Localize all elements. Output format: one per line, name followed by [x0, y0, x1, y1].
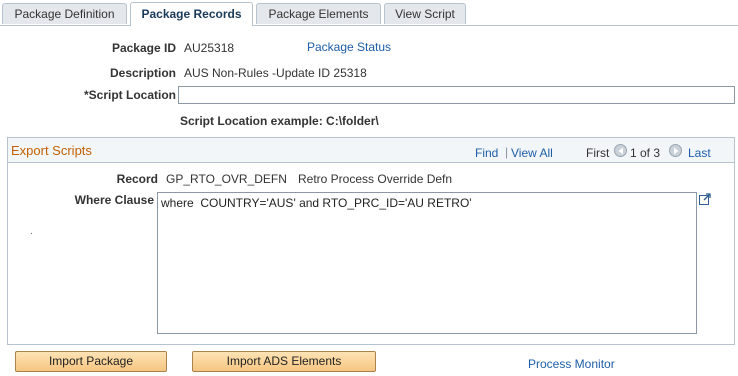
tab-bar: Package Definition Package Records Packa…	[0, 0, 738, 27]
record-description: Retro Process Override Defn	[298, 172, 453, 186]
description-value: AUS Non-Rules -Update ID 25318	[184, 66, 367, 80]
tab-package-records[interactable]: Package Records	[130, 2, 253, 26]
script-location-label: *Script Location	[83, 88, 176, 102]
find-separator: |	[505, 145, 509, 159]
import-ads-elements-button[interactable]: Import ADS Elements	[192, 351, 376, 372]
first-label: First	[586, 146, 610, 160]
tab-underline	[0, 25, 738, 26]
expand-window-icon[interactable]	[699, 193, 711, 205]
script-location-example: Script Location example: C:\folder\	[180, 114, 379, 128]
arrow-left-circle-icon[interactable]	[614, 144, 627, 157]
package-id-label: Package ID	[111, 41, 176, 55]
process-monitor-link[interactable]: Process Monitor	[528, 357, 615, 371]
package-id-value: AU25318	[184, 41, 235, 55]
find-link[interactable]: Find	[475, 146, 498, 160]
tab-package-definition[interactable]: Package Definition	[2, 3, 127, 24]
pagination-text: 1 of 3	[630, 146, 661, 160]
import-package-button[interactable]: Import Package	[15, 351, 167, 372]
export-scripts-header: Export Scripts Find | View All First 1 o…	[8, 138, 734, 163]
tab-view-script[interactable]: View Script	[384, 3, 466, 24]
tab-package-elements[interactable]: Package Elements	[256, 3, 381, 24]
stray-mark: .	[30, 226, 33, 237]
record-label: Record	[116, 172, 158, 186]
record-value: GP_RTO_OVR_DEFN	[166, 172, 287, 186]
arrow-right-circle-icon[interactable]	[669, 144, 682, 157]
last-link[interactable]: Last	[688, 146, 711, 160]
script-location-input[interactable]	[178, 86, 735, 104]
where-clause-textarea[interactable]: where COUNTRY='AUS' and RTO_PRC_ID='AU R…	[157, 192, 697, 334]
view-all-link[interactable]: View All	[511, 146, 553, 160]
export-scripts-title: Export Scripts	[11, 143, 92, 158]
where-clause-label: Where Clause	[74, 193, 154, 207]
description-label: Description	[109, 66, 176, 80]
package-status-link[interactable]: Package Status	[307, 40, 391, 54]
